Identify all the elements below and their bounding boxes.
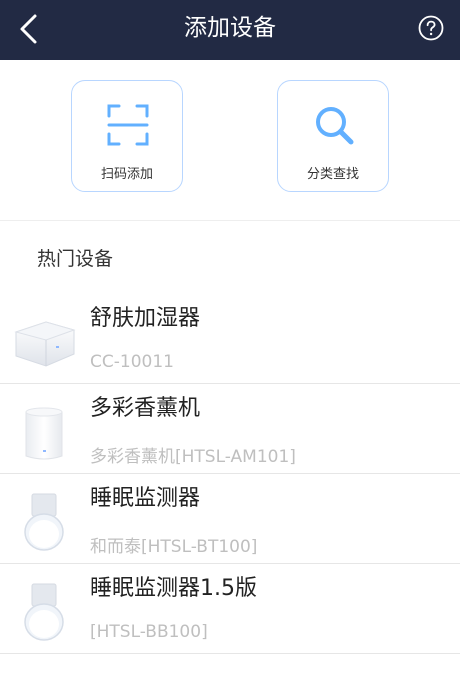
device-name: 舒肤加湿器 (90, 306, 201, 331)
aroma-diffuser-image (25, 407, 63, 460)
scan-add-label: 扫码添加 (100, 167, 153, 182)
device-name: 睡眠监测器 (90, 486, 201, 511)
section-divider (0, 220, 460, 221)
device-model: CC-10011 (90, 352, 174, 372)
device-model: 和而泰[HTSL-BT100] (90, 537, 258, 557)
app-header: 添加设备 (0, 0, 460, 60)
section-title: 热门设备 (37, 248, 114, 270)
device-item[interactable]: 舒肤加湿器 CC-10011 (0, 294, 460, 384)
device-name: 多彩香薰机 (90, 396, 201, 421)
help-button[interactable] (418, 15, 444, 41)
device-name: 睡眠监测器1.5版 (90, 576, 257, 601)
add-methods: 扫码添加 分类查找 (0, 60, 460, 220)
device-item[interactable]: 睡眠监测器 和而泰[HTSL-BT100] (0, 474, 460, 564)
scan-icon (107, 104, 149, 146)
row-divider (0, 653, 460, 654)
device-model: 多彩香薰机[HTSL-AM101] (90, 447, 296, 467)
device-item[interactable]: 多彩香薰机 多彩香薰机[HTSL-AM101] (0, 384, 460, 474)
device-model: [HTSL-BB100] (90, 622, 208, 642)
category-search-label: 分类查找 (306, 167, 359, 182)
sleep-monitor-image (24, 583, 64, 641)
sleep-monitor-image (24, 493, 64, 551)
device-item[interactable]: 睡眠监测器1.5版 [HTSL-BB100] (0, 564, 460, 654)
page-title: 添加设备 (184, 15, 276, 41)
search-icon (316, 107, 354, 145)
scan-add-button[interactable]: 扫码添加 (71, 80, 183, 192)
question-circle-icon (418, 15, 444, 41)
humidifier-image (14, 321, 76, 367)
category-search-button[interactable]: 分类查找 (277, 80, 389, 192)
